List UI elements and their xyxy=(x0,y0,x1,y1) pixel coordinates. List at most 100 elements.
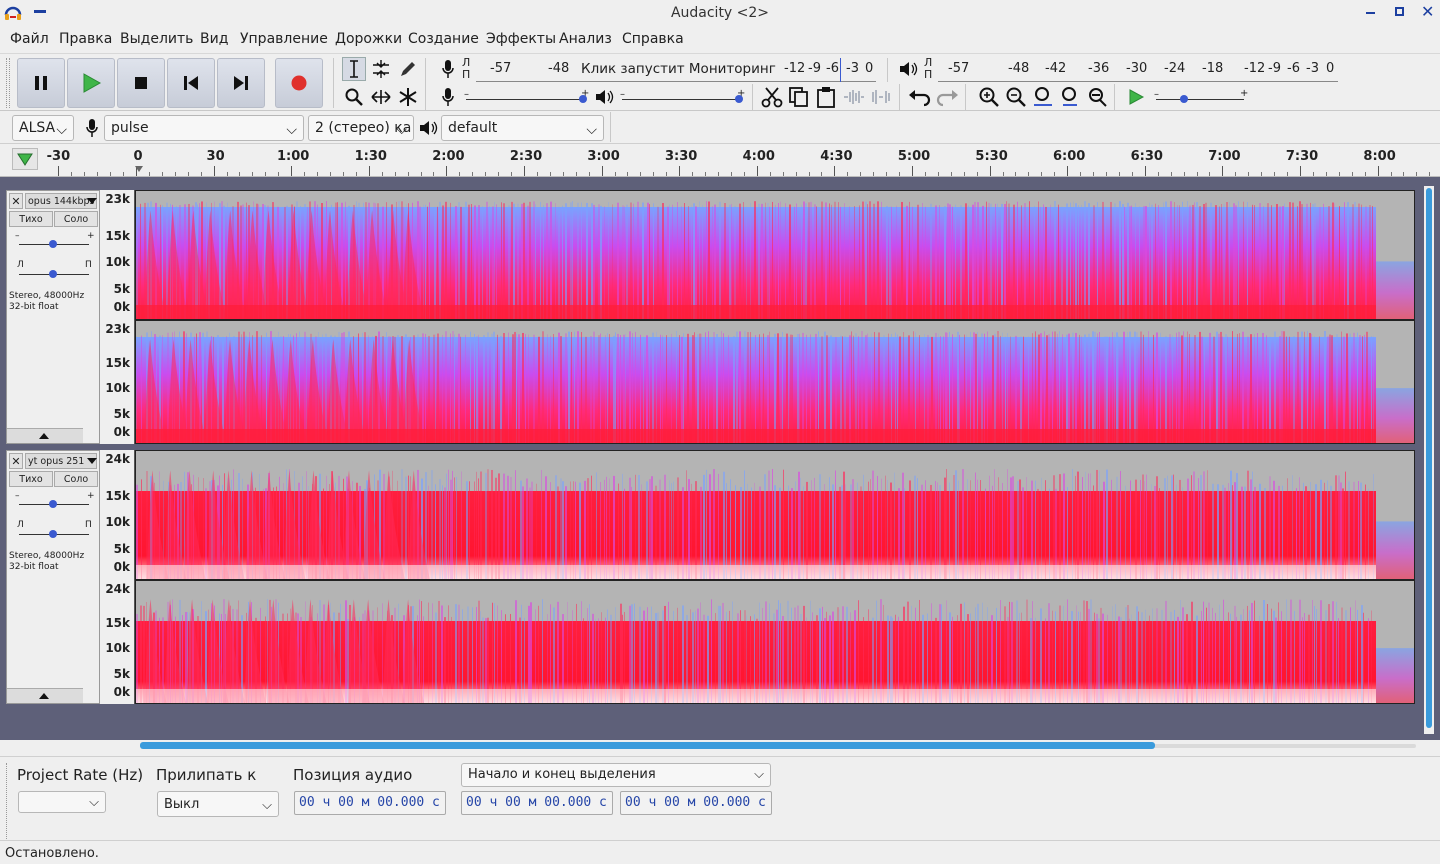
pin-play-head-icon[interactable] xyxy=(12,148,38,170)
track-menu-chevron-icon[interactable] xyxy=(87,198,97,204)
timeshift-tool-button[interactable] xyxy=(369,85,393,109)
fit-selection-button[interactable] xyxy=(1031,85,1055,109)
record-meter-mic-icon[interactable] xyxy=(436,57,460,81)
menu-generate[interactable]: Создание xyxy=(408,31,479,47)
play-meter-speaker-icon[interactable] xyxy=(896,57,920,81)
pan-slider[interactable]: ЛП xyxy=(15,260,93,281)
gain-slider[interactable]: – + xyxy=(15,491,95,511)
selection-start-field[interactable]: 00 ч 00 м 00.000 с xyxy=(461,791,613,815)
pan-thumb[interactable] xyxy=(49,270,57,278)
collapse-track-button[interactable] xyxy=(7,428,83,443)
recording-channels-select[interactable]: 2 (стерео) ка ⌵ xyxy=(308,115,414,141)
zoom-toggle-button[interactable] xyxy=(1085,85,1109,109)
multi-tool-button[interactable] xyxy=(396,85,420,109)
zoom-tool-button[interactable] xyxy=(342,85,366,109)
playback-meter[interactable]: -57 -48 -42 -36 -30 -24 -18 -12 -9 -6 -3… xyxy=(938,58,1338,82)
track-close-button[interactable]: ✕ xyxy=(9,193,23,209)
menu-edit[interactable]: Правка xyxy=(59,31,112,47)
ruler-minor-tick xyxy=(1390,172,1392,176)
silence-audio-button[interactable] xyxy=(869,85,893,109)
trim-audio-button[interactable] xyxy=(842,85,866,109)
ruler-minor-tick xyxy=(1235,172,1237,176)
gain-thumb[interactable] xyxy=(49,240,57,248)
record-meter-tick: -57 xyxy=(490,61,512,76)
audio-position-field[interactable]: 00 ч 00 м 00.000 с xyxy=(294,791,446,815)
draw-tool-button[interactable] xyxy=(396,57,420,81)
envelope-tool-button[interactable] xyxy=(369,57,393,81)
zoom-out-button[interactable] xyxy=(1004,85,1028,109)
play-speed-slider[interactable]: – + xyxy=(1154,88,1248,108)
menu-effects[interactable]: Эффекты xyxy=(486,31,556,47)
undo-button[interactable] xyxy=(908,85,932,109)
audio-host-select[interactable]: ALSA ⌵ xyxy=(12,115,74,141)
window-minimize-button[interactable] xyxy=(1366,12,1375,14)
play-speed-thumb[interactable] xyxy=(1180,95,1188,103)
arrows-horizontal-icon xyxy=(371,90,391,104)
play-meter-tick: -6 xyxy=(1287,61,1300,76)
vertical-scroll-thumb[interactable] xyxy=(1426,188,1432,728)
collapse-track-button[interactable] xyxy=(7,688,83,703)
zoom-in-button[interactable] xyxy=(977,85,1001,109)
record-volume-thumb[interactable] xyxy=(579,95,587,103)
window-maximize-button[interactable] xyxy=(1395,7,1404,16)
stop-button[interactable] xyxy=(117,58,165,108)
play-volume-slider[interactable]: – + xyxy=(620,88,745,108)
record-volume-slider[interactable]: – + xyxy=(464,88,589,108)
menu-select[interactable]: Выделить xyxy=(120,31,193,47)
gain-slider[interactable]: – + xyxy=(15,231,95,251)
spectrogram-channel[interactable] xyxy=(135,320,1415,444)
play-volume-thumb[interactable] xyxy=(735,95,743,103)
spectrogram-image xyxy=(136,467,1414,579)
recording-device-select[interactable]: pulse ⌵ xyxy=(104,115,304,141)
copy-button[interactable] xyxy=(787,85,811,109)
selection-tool-button[interactable] xyxy=(342,57,366,81)
frequency-scale[interactable]: 24k 15k 10k 5k 0k xyxy=(100,580,135,704)
skip-to-end-button[interactable] xyxy=(217,58,265,108)
window-close-button[interactable]: ✕ xyxy=(1421,2,1435,21)
horizontal-scrollbar[interactable] xyxy=(0,740,1440,754)
spectrogram-channel[interactable] xyxy=(135,190,1415,320)
selection-end-field[interactable]: 00 ч 00 м 00.000 с xyxy=(620,791,772,815)
solo-button[interactable]: Соло xyxy=(54,211,98,227)
track-control-panel[interactable]: ✕ yt opus 251 Тихо Соло – + ЛП Stereo, 48… xyxy=(6,450,100,704)
project-rate-select[interactable]: ⌵ xyxy=(18,791,106,813)
track-close-button[interactable]: ✕ xyxy=(9,453,23,469)
spectrogram-channel[interactable] xyxy=(135,450,1415,580)
gain-thumb[interactable] xyxy=(49,500,57,508)
paste-button[interactable] xyxy=(814,85,838,109)
menu-file[interactable]: Файл xyxy=(10,31,49,47)
selection-mode-select[interactable]: Начало и конец выделения ⌵ xyxy=(461,763,771,787)
play-button[interactable] xyxy=(67,58,115,108)
menu-view[interactable]: Вид xyxy=(200,31,228,47)
skip-to-start-button[interactable] xyxy=(167,58,215,108)
chevron-down-icon: ⌵ xyxy=(586,122,597,138)
pan-slider[interactable]: ЛП xyxy=(15,520,93,541)
snap-to-select[interactable]: Выкл ⌵ xyxy=(157,791,279,817)
record-meter[interactable]: -57 -48 Клик запустит Мониторинг -12 -9 … xyxy=(476,58,876,82)
menu-analyze[interactable]: Анализ xyxy=(559,31,612,47)
horizontal-scroll-thumb[interactable] xyxy=(140,742,1155,749)
track-control-panel[interactable]: ✕ opus 144kbps Тихо Соло – + ЛП Stereo, 4… xyxy=(6,190,100,444)
mute-button[interactable]: Тихо xyxy=(9,471,53,487)
spectrogram-channel[interactable] xyxy=(135,580,1415,704)
playback-device-select[interactable]: default ⌵ xyxy=(441,115,604,141)
frequency-scale[interactable]: 23k 15k 10k 5k 0k xyxy=(100,320,135,444)
cut-button[interactable] xyxy=(760,85,784,109)
record-button[interactable] xyxy=(275,58,323,108)
solo-button[interactable]: Соло xyxy=(54,471,98,487)
timeline-ruler[interactable]: -30 0 30 1:00 1:30 2:00 2:30 3:00 3:30 4:00 4:30 5:… xyxy=(0,143,1440,177)
frequency-scale[interactable]: 23k 15k 10k 5k 0k xyxy=(100,190,135,320)
frequency-scale[interactable]: 24k 15k 10k 5k 0k xyxy=(100,450,135,580)
redo-button[interactable] xyxy=(935,85,959,109)
menu-tracks[interactable]: Дорожки xyxy=(335,31,402,47)
track-menu-chevron-icon[interactable] xyxy=(87,458,97,464)
play-at-speed-button[interactable] xyxy=(1124,85,1148,109)
mute-button[interactable]: Тихо xyxy=(9,211,53,227)
menu-help[interactable]: Справка xyxy=(622,31,684,47)
pause-button[interactable] xyxy=(17,58,65,108)
vertical-scrollbar[interactable] xyxy=(1424,186,1434,734)
record-meter-tick: -12 xyxy=(784,61,806,76)
pan-thumb[interactable] xyxy=(49,530,57,538)
menu-transport[interactable]: Управление xyxy=(240,31,328,47)
fit-project-button[interactable] xyxy=(1058,85,1082,109)
